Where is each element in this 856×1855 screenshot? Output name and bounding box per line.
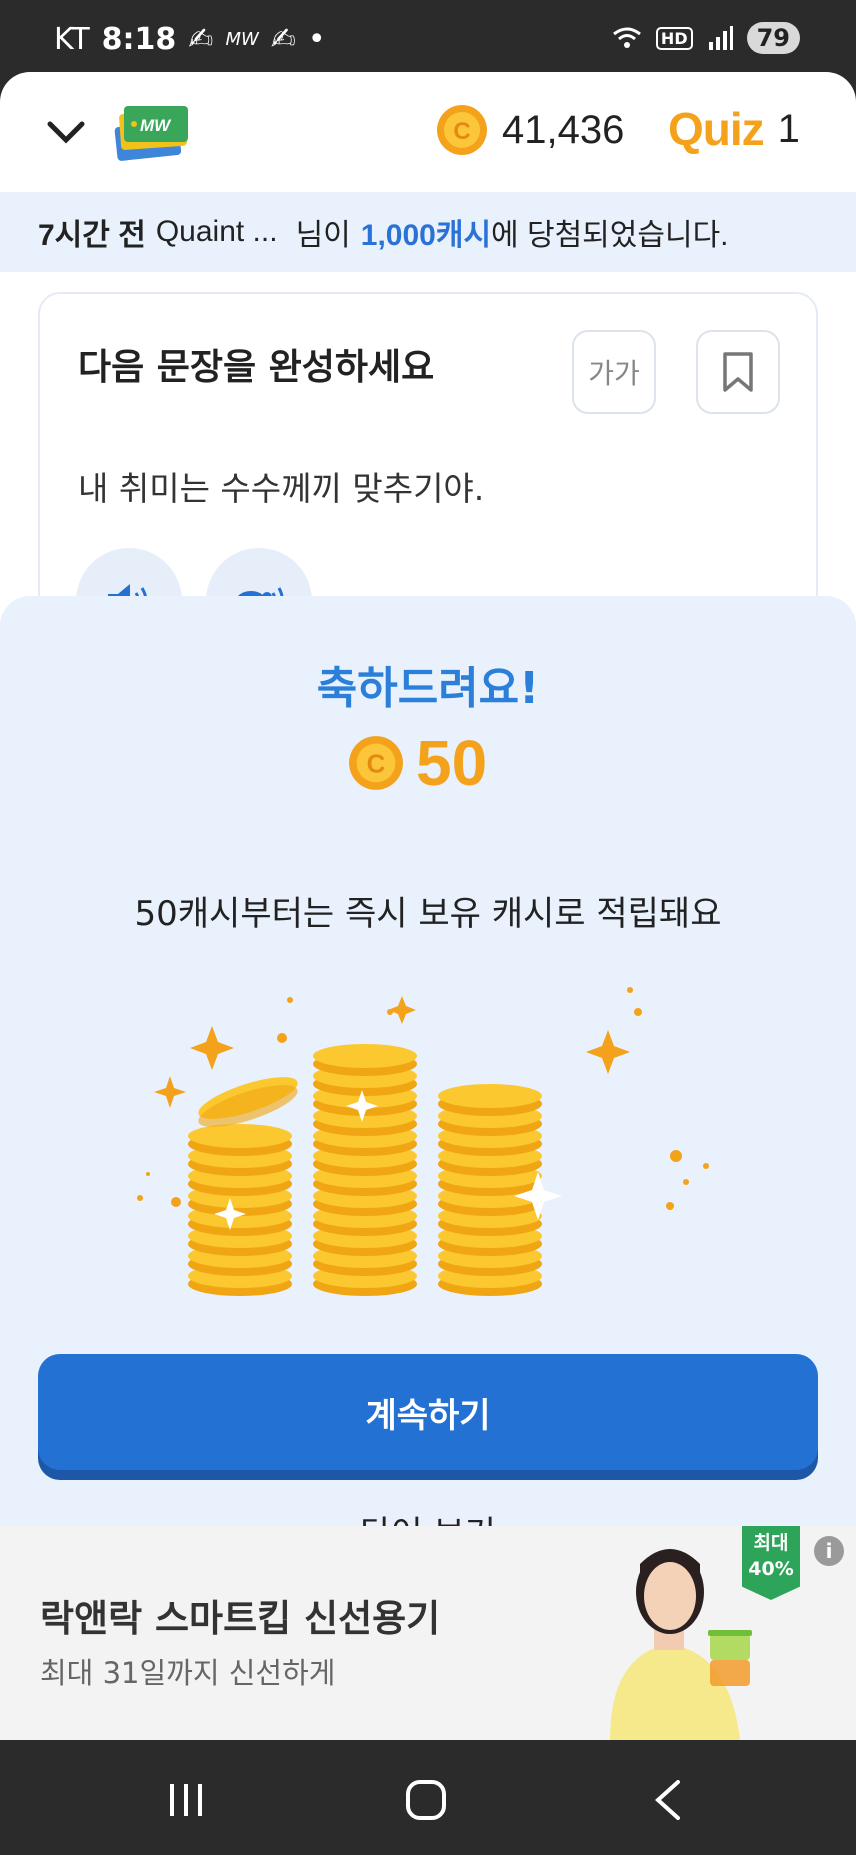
quiz-title: 다음 문장을 완성하세요 bbox=[78, 347, 435, 388]
signal-icon bbox=[708, 26, 733, 50]
dot-icon: • bbox=[307, 22, 326, 57]
svg-text:C: C bbox=[367, 751, 386, 779]
ad-banner[interactable]: 락앤락 스마트킵 신선용기 최대 31일까지 신선하게 최대 40% i bbox=[0, 1526, 856, 1740]
ticker-time: 7시간 전 bbox=[38, 219, 146, 252]
system-nav-bar bbox=[0, 1740, 856, 1855]
back-button[interactable] bbox=[638, 1770, 698, 1830]
badge-line1: 최대 bbox=[753, 1532, 789, 1554]
continue-button[interactable]: 계속하기 bbox=[38, 1354, 818, 1470]
quiz-count: 1 bbox=[777, 106, 800, 151]
reward-value: 50 bbox=[416, 727, 488, 799]
notification-icon-2: ✍ bbox=[270, 22, 296, 57]
ad-title: 락앤락 스마트킵 신선용기 bbox=[40, 1597, 441, 1640]
home-button[interactable] bbox=[396, 1770, 456, 1830]
quiz-sentence: 내 취미는 수수께끼 맞추기야. bbox=[78, 469, 485, 508]
quiz-logo: Quiz bbox=[668, 103, 765, 155]
reward-info: 50캐시부터는 즉시 보유 캐시로 적립돼요 bbox=[134, 894, 722, 934]
congrats-title: 축하드려요! bbox=[316, 663, 540, 714]
bookmark-icon bbox=[723, 352, 753, 392]
winner-ticker: 7시간 전 Quaint ... 님이 1,000캐시 에 당첨되었습니다. bbox=[0, 192, 856, 272]
badge-line2: 40% bbox=[748, 1558, 794, 1580]
recent-apps-button[interactable] bbox=[156, 1770, 216, 1830]
battery-indicator: 79 bbox=[746, 22, 800, 54]
coin-icon: C bbox=[437, 105, 487, 155]
info-icon[interactable]: i bbox=[814, 1536, 844, 1566]
quiz-counter[interactable]: Quiz 1 bbox=[668, 102, 800, 156]
status-bar: KT 8:18 ✍ MW ✍ • HD 79 bbox=[0, 0, 856, 76]
coin-balance-value: 41,436 bbox=[502, 107, 625, 152]
ticker-text-end: 에 당첨되었습니다. bbox=[491, 219, 729, 252]
bookmark-button[interactable] bbox=[696, 330, 780, 414]
wifi-icon bbox=[613, 27, 641, 48]
notification-icon: ✍ bbox=[188, 22, 214, 57]
quiz-card: 다음 문장을 완성하세요 가가 내 취미는 수수께끼 맞추기야. bbox=[38, 292, 818, 654]
font-size-button[interactable]: 가가 bbox=[572, 330, 656, 414]
ticker-user: Quaint ... bbox=[155, 215, 278, 248]
back-icon bbox=[655, 1780, 680, 1820]
coin-stacks-illustration bbox=[137, 987, 709, 1296]
coin-balance[interactable]: C 41,436 bbox=[436, 104, 624, 156]
hd-icon: HD bbox=[655, 26, 693, 50]
mw-notification-label: MW bbox=[225, 29, 259, 50]
ticker-text-mid: 님이 bbox=[295, 219, 351, 252]
discount-badge: 최대 40% bbox=[742, 1526, 800, 1600]
chevron-down-icon[interactable] bbox=[44, 110, 88, 154]
ad-subtitle: 최대 31일까지 신선하게 bbox=[40, 1656, 336, 1690]
home-icon bbox=[406, 1780, 446, 1820]
ad-person-image bbox=[610, 1549, 752, 1740]
ticker-amount: 1,000캐시 bbox=[360, 219, 492, 252]
app-logo: MW bbox=[114, 106, 188, 161]
svg-text:C: C bbox=[453, 118, 470, 145]
clock: 8:18 bbox=[101, 22, 177, 57]
svg-text:MW: MW bbox=[140, 116, 172, 135]
app-screen: MW C 41,436 Quiz 1 7시간 전 Quaint ... 님이 1… bbox=[0, 72, 856, 1740]
coin-icon: C bbox=[349, 736, 403, 790]
carrier-label: KT bbox=[54, 22, 90, 57]
app-header: MW C 41,436 Quiz 1 bbox=[0, 72, 856, 192]
recent-apps-icon bbox=[170, 1784, 202, 1816]
reward-amount: C 50 bbox=[348, 726, 487, 800]
